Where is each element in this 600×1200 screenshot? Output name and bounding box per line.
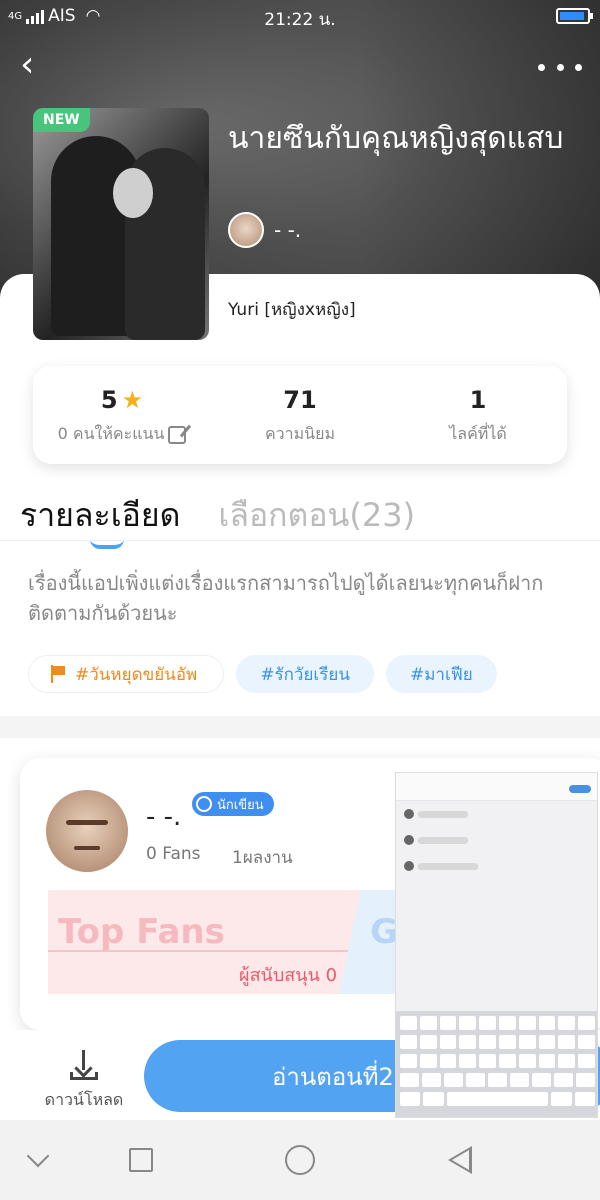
book-description: เรื่องนี้แอปเพิ่งแต่งเรื่องแรกสามารถไปดู… bbox=[28, 571, 544, 625]
popularity-value: 71 bbox=[283, 386, 317, 414]
stats-card: 5 ★ 0 คนให้คะแนน 71 ความนิยม 1 ไลค์ที่ได้ bbox=[33, 366, 567, 464]
writer-badge-icon bbox=[196, 796, 212, 812]
rating-label: 0 คนให้คะแนน bbox=[57, 424, 165, 443]
pip-message bbox=[404, 809, 474, 821]
top-fans-panel[interactable]: Top Fans ผู้สนับสนุน 0 › bbox=[48, 890, 368, 994]
author-row[interactable]: - -. bbox=[228, 212, 301, 248]
supporters-link[interactable]: ผู้สนับสนุน 0 › bbox=[239, 960, 350, 989]
edit-icon[interactable] bbox=[168, 425, 187, 444]
divider bbox=[0, 540, 600, 541]
download-button[interactable]: ดาวน์โหลด bbox=[38, 1050, 130, 1113]
rating-value: 5 bbox=[100, 386, 118, 414]
tag-item[interactable]: #วันหยุดขยันอัพ bbox=[28, 655, 225, 693]
likes-stat: 1 ไลค์ที่ได้ bbox=[389, 366, 567, 464]
author-avatar bbox=[228, 212, 264, 248]
flag-icon bbox=[51, 665, 67, 683]
system-nav-bar bbox=[0, 1120, 600, 1200]
tag-list: #วันหยุดขยันอัพ #รักวัยเรียน #มาเฟีย bbox=[28, 655, 497, 693]
second-panel-label: G bbox=[370, 912, 399, 952]
likes-label: ไลค์ที่ได้ bbox=[449, 424, 507, 443]
pip-message bbox=[404, 835, 474, 847]
more-options-button[interactable] bbox=[538, 52, 582, 82]
pip-keyboard bbox=[396, 1011, 597, 1117]
home-button[interactable] bbox=[285, 1145, 315, 1175]
book-cover: NEW bbox=[33, 108, 209, 340]
top-fans-title: Top Fans bbox=[58, 912, 225, 952]
popularity-stat: 71 ความนิยม bbox=[211, 366, 389, 464]
recents-button[interactable] bbox=[129, 1148, 153, 1172]
status-time: 21:22 น. bbox=[264, 10, 336, 30]
fans-count: 0 Fans bbox=[146, 844, 201, 864]
author-name: - -. bbox=[274, 218, 302, 242]
chevron-left-icon: ‹ bbox=[20, 44, 35, 85]
tab-details-label: รายละเอียด bbox=[20, 496, 181, 534]
book-title: นายซึนกับคุณหญิงสุดแสบ bbox=[228, 121, 564, 156]
pip-message bbox=[404, 861, 478, 873]
tag-item[interactable]: #มาเฟีย bbox=[385, 655, 497, 693]
likes-value: 1 bbox=[469, 386, 487, 414]
book-genre: Yuri [หญิงxหญิง] bbox=[228, 300, 356, 320]
star-icon: ★ bbox=[121, 386, 144, 414]
author-card-avatar[interactable] bbox=[46, 790, 128, 872]
status-bar: 4G AIS ◠ 21:22 น. bbox=[0, 0, 600, 34]
author-card-name: - -. bbox=[146, 802, 182, 832]
chevron-down-icon[interactable] bbox=[26, 1144, 50, 1168]
works-count: 1ผลงาน bbox=[232, 848, 293, 868]
battery-icon bbox=[556, 8, 593, 24]
rating-stat[interactable]: 5 ★ 0 คนให้คะแนน bbox=[33, 366, 211, 464]
supporters-label: ผู้สนับสนุน 0 bbox=[239, 965, 338, 986]
tag-item[interactable]: #รักวัยเรียน bbox=[236, 655, 374, 693]
pip-header bbox=[396, 773, 597, 801]
download-icon bbox=[69, 1050, 99, 1080]
pip-overlay-window[interactable] bbox=[395, 772, 598, 1118]
writer-badge: นักเขียน bbox=[192, 792, 274, 816]
download-label: ดาวน์โหลด bbox=[44, 1090, 124, 1109]
back-button[interactable]: ‹ bbox=[20, 46, 60, 86]
popularity-label: ความนิยม bbox=[264, 424, 336, 443]
top-fans-divider bbox=[48, 950, 348, 952]
tag-label: #วันหยุดขยันอัพ bbox=[75, 664, 198, 685]
system-back-button[interactable] bbox=[448, 1146, 472, 1174]
writer-badge-label: นักเขียน bbox=[217, 797, 264, 813]
new-badge: NEW bbox=[33, 108, 90, 132]
section-separator bbox=[0, 716, 600, 738]
